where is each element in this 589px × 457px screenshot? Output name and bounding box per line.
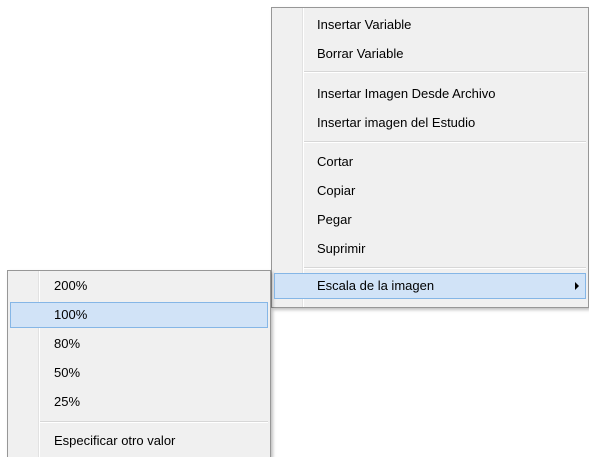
menu-item-label: Escala de la imagen bbox=[317, 278, 435, 293]
submenu-item-100[interactable]: 100% bbox=[10, 302, 268, 328]
submenu-item-label: Especificar otro valor bbox=[54, 433, 176, 448]
context-menu: Insertar Variable Borrar Variable Insert… bbox=[271, 7, 589, 308]
submenu-item-label: 50% bbox=[54, 365, 81, 380]
menu-separator bbox=[304, 71, 586, 73]
submenu-item-label: 100% bbox=[54, 307, 88, 322]
menu-item-insert-variable[interactable]: Insertar Variable bbox=[274, 12, 586, 38]
menu-item-label: Insertar Imagen Desde Archivo bbox=[317, 86, 496, 101]
menu-item-copy[interactable]: Copiar bbox=[274, 178, 586, 204]
menu-separator bbox=[304, 141, 586, 143]
submenu-item-label: 200% bbox=[54, 278, 88, 293]
submenu-item-label: 25% bbox=[54, 394, 81, 409]
menu-item-insert-image-from-studio[interactable]: Insertar imagen del Estudio bbox=[274, 110, 586, 136]
menu-item-cut[interactable]: Cortar bbox=[274, 149, 586, 175]
menu-separator bbox=[40, 421, 268, 423]
menu-item-image-scale[interactable]: Escala de la imagen bbox=[274, 273, 586, 299]
menu-item-insert-image-from-file[interactable]: Insertar Imagen Desde Archivo bbox=[274, 81, 586, 107]
submenu-item-25[interactable]: 25% bbox=[10, 389, 268, 415]
menu-separator bbox=[304, 267, 586, 269]
menu-item-label: Copiar bbox=[317, 183, 356, 198]
menu-item-label: Pegar bbox=[317, 212, 352, 227]
submenu-item-label: 80% bbox=[54, 336, 81, 351]
menu-item-label: Insertar imagen del Estudio bbox=[317, 115, 476, 130]
menu-item-label: Cortar bbox=[317, 154, 354, 169]
submenu-item-200[interactable]: 200% bbox=[10, 273, 268, 299]
menu-item-paste[interactable]: Pegar bbox=[274, 207, 586, 233]
menu-item-label: Insertar Variable bbox=[317, 17, 412, 32]
menu-item-delete-variable[interactable]: Borrar Variable bbox=[274, 41, 586, 67]
menu-item-label: Borrar Variable bbox=[317, 46, 404, 61]
chevron-right-icon bbox=[575, 282, 579, 290]
menu-item-label: Suprimir bbox=[317, 241, 366, 256]
menu-item-delete[interactable]: Suprimir bbox=[274, 236, 586, 262]
submenu-item-80[interactable]: 80% bbox=[10, 331, 268, 357]
submenu-item-50[interactable]: 50% bbox=[10, 360, 268, 386]
submenu-item-custom-value[interactable]: Especificar otro valor bbox=[10, 428, 268, 454]
image-scale-submenu: 200% 100% 80% 50% 25% Especificar otro v… bbox=[7, 270, 271, 457]
